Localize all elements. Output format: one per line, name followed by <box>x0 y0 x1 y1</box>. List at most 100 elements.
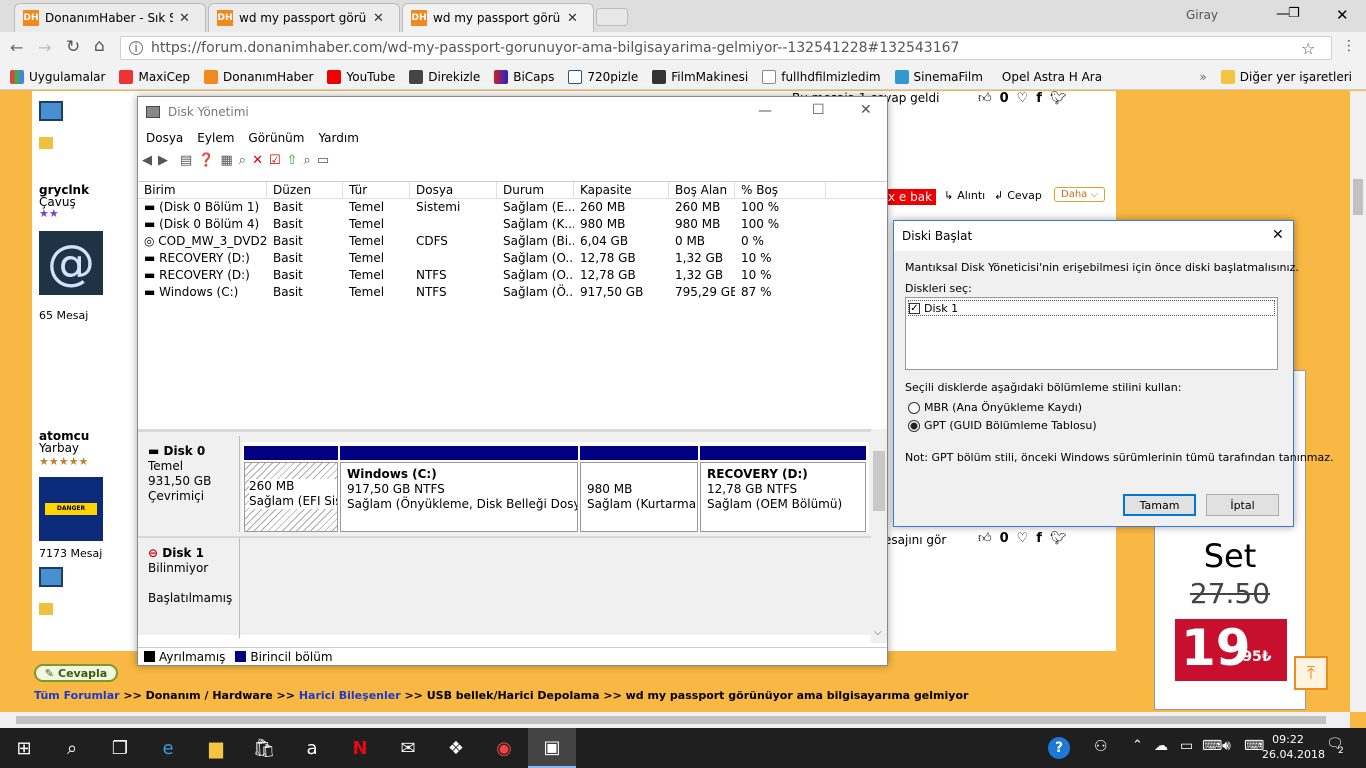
bookmark-sinemafilm[interactable]: SinemaFilm <box>894 69 983 84</box>
volume-row[interactable]: ◎ COD_MW_3_DVD2... Basit Temel CDFS Sağlam (… <box>138 233 887 250</box>
gpt-option[interactable]: GPT (GUID Bölümleme Tablosu) <box>908 419 1097 432</box>
forward-arrow-icon[interactable]: ▶ <box>158 153 168 168</box>
file-explorer-icon[interactable]: ▆ <box>192 728 240 768</box>
profile-name[interactable]: Giray <box>1186 8 1218 22</box>
properties-icon[interactable]: ▤ <box>180 153 192 168</box>
bookmark-donanimhaber[interactable]: DonanımHaber <box>204 69 313 84</box>
checkbox-checked-icon[interactable]: ✓ <box>909 302 920 314</box>
info-icon[interactable]: i <box>129 41 143 55</box>
disk-list-item[interactable]: ✓ Disk 1 <box>908 300 1275 316</box>
volume-row[interactable]: ▬ (Disk 0 Bölüm 4) Basit Temel Sağlam (K...… <box>138 216 887 233</box>
col-type[interactable]: Tür <box>343 182 410 198</box>
close-icon[interactable]: ✕ <box>567 11 578 26</box>
ok-button[interactable]: Tamam <box>1123 494 1196 516</box>
upload-icon[interactable]: ⇧ <box>287 153 298 168</box>
forward-arrow-icon[interactable]: → <box>38 38 51 57</box>
disk0-info[interactable]: ▬ Disk 0 Temel 931,50 GB Çevrimiçi <box>138 436 240 532</box>
bookmark-maxicep[interactable]: MaxiCep <box>119 69 190 84</box>
browser-tab-1[interactable]: DH DonanımHaber - Sık Sık ✕ <box>14 3 206 32</box>
volume-row[interactable]: ▬ RECOVERY (D:) Basit Temel Sağlam (O... 12,… <box>138 250 887 267</box>
star-icon[interactable]: ☆ <box>1301 39 1315 58</box>
people-icon[interactable]: ⚇ <box>1094 737 1107 755</box>
xebak-badge[interactable]: x e bak <box>884 189 937 205</box>
disk1-info[interactable]: ⊖ Disk 1 Bilinmiyor Başlatılmamış <box>138 538 240 638</box>
bookmark-opel[interactable]: Opel Astra H Araç Uy <box>997 70 1104 84</box>
menu-dots-icon[interactable]: ⋮ <box>1342 38 1356 54</box>
more-button[interactable]: Daha ⌵ <box>1054 187 1106 202</box>
bookmark-bicaps[interactable]: BiCaps <box>494 69 554 84</box>
back-arrow-icon[interactable]: ← <box>10 38 23 57</box>
more-bookmarks-icon[interactable]: » <box>1199 70 1206 84</box>
scrollbar-thumb[interactable] <box>16 716 1326 724</box>
quote-button[interactable]: ↳ Alıntı <box>944 189 985 202</box>
partition-recovery-d[interactable]: RECOVERY (D:) 12,78 GB NTFS Sağlam (OEM … <box>700 446 866 532</box>
new-tab-button[interactable] <box>596 8 628 26</box>
bookmark-apps[interactable]: Uygulamalar <box>10 69 105 84</box>
cloud-icon[interactable]: ☁ <box>1154 738 1168 754</box>
close-window-icon[interactable]: ✕ <box>860 102 872 118</box>
address-bar[interactable]: i https://forum.donanimhaber.com/wd-my-p… <box>120 36 1332 60</box>
help-icon[interactable]: ? <box>1048 737 1070 759</box>
scrollbar-thumb[interactable] <box>1353 179 1363 215</box>
amazon-icon[interactable]: a <box>288 728 336 768</box>
window-icon[interactable]: ▭ <box>317 153 329 168</box>
twitter-icon[interactable]: 🐦︎ <box>1050 91 1067 106</box>
close-window-icon[interactable]: ✕ <box>1336 6 1349 24</box>
volume-row[interactable]: ▬ (Disk 0 Bölüm 1) Basit Temel Sağlam (E...… <box>138 199 887 216</box>
chevron-down-icon[interactable]: ⌵ <box>874 627 882 638</box>
home-icon[interactable]: ⌂ <box>94 36 105 56</box>
search-icon[interactable]: ⌕ <box>48 728 96 768</box>
maximize-icon[interactable]: ☐ <box>812 102 825 118</box>
chevron-up-icon[interactable]: ⌃ <box>1132 738 1143 753</box>
windows-start-icon[interactable]: ⊞ <box>0 728 48 768</box>
col-status[interactable]: Durum <box>497 182 574 198</box>
avatar-danger-icon[interactable]: DANGER <box>39 477 103 541</box>
facebook-icon[interactable]: f <box>1036 531 1042 546</box>
list-icon[interactable]: ▦ <box>220 153 232 168</box>
browser-tab-3[interactable]: DH wd my passport görünüy ✕ <box>402 3 594 32</box>
thumbs-up-icon[interactable]: 👍︎ <box>978 531 992 546</box>
bookmark-filmmakinesi[interactable]: FilmMakinesi <box>652 69 748 84</box>
back-arrow-icon[interactable]: ◀ <box>142 153 152 168</box>
radio-checked-icon[interactable] <box>908 419 920 432</box>
connect-icon[interactable]: ⌕ <box>239 153 246 168</box>
cancel-button[interactable]: İptal <box>1206 494 1279 516</box>
page-horizontal-scrollbar[interactable] <box>0 712 1350 728</box>
browser-tab-2[interactable]: DH wd my passport görünüy ✕ <box>208 3 400 32</box>
clock[interactable]: 09:22 26.04.2018 <box>1262 732 1325 762</box>
col-volume[interactable]: Birim <box>138 182 267 198</box>
reply-button[interactable]: ↲ Cevap <box>994 189 1042 202</box>
task-view-icon[interactable]: ❐ <box>96 728 144 768</box>
avatar-at-icon[interactable]: @ <box>39 231 103 295</box>
volume-row[interactable]: ▬ RECOVERY (D:) Basit Temel NTFS Sağlam (O..… <box>138 267 887 284</box>
mail-icon[interactable]: ✉ <box>384 728 432 768</box>
radio-unchecked-icon[interactable] <box>908 401 920 414</box>
search-icon[interactable]: ⌕ <box>304 153 311 168</box>
scrollbar-thumb[interactable] <box>873 451 885 511</box>
check-icon[interactable]: ☑ <box>269 153 281 168</box>
thumbs-up-icon[interactable]: 👍︎ <box>978 91 992 106</box>
graphical-scrollbar[interactable]: ⌵ <box>871 429 887 643</box>
close-icon[interactable]: ✕ <box>373 11 384 26</box>
partition-efi[interactable]: 260 MB Sağlam (EFI Sist <box>244 446 338 532</box>
page-vertical-scrollbar[interactable] <box>1350 91 1366 712</box>
help-icon[interactable]: ❓ <box>198 153 214 168</box>
breadcrumb-root[interactable]: Tüm Forumlar <box>34 689 120 702</box>
bookmark-youtube[interactable]: YouTube <box>327 69 395 84</box>
col-free[interactable]: Boş Alan <box>669 182 735 198</box>
bookmark-720pizle[interactable]: 720pizle <box>568 69 638 84</box>
menu-view[interactable]: Görünüm <box>248 131 304 145</box>
chrome-icon[interactable]: ◉ <box>480 728 528 768</box>
col-capacity[interactable]: Kapasite <box>574 182 669 198</box>
reply-main-button[interactable]: ✎ Cevapla <box>34 664 118 682</box>
dropbox-icon[interactable]: ❖ <box>432 728 480 768</box>
menu-action[interactable]: Eylem <box>197 131 234 145</box>
network-icon[interactable]: ⌨ <box>1202 738 1222 754</box>
battery-icon[interactable]: ▭ <box>1180 738 1193 754</box>
volume-row[interactable]: ▬ Windows (C:) Basit Temel NTFS Sağlam (Ö...… <box>138 284 887 301</box>
disk-select-list[interactable]: ✓ Disk 1 <box>905 297 1278 370</box>
edge-icon[interactable]: e <box>144 728 192 768</box>
view-message-link[interactable]: esajını gör <box>884 533 946 547</box>
bookmark-direkizle[interactable]: Direkizle <box>409 69 480 84</box>
close-icon[interactable]: ✕ <box>179 11 190 26</box>
